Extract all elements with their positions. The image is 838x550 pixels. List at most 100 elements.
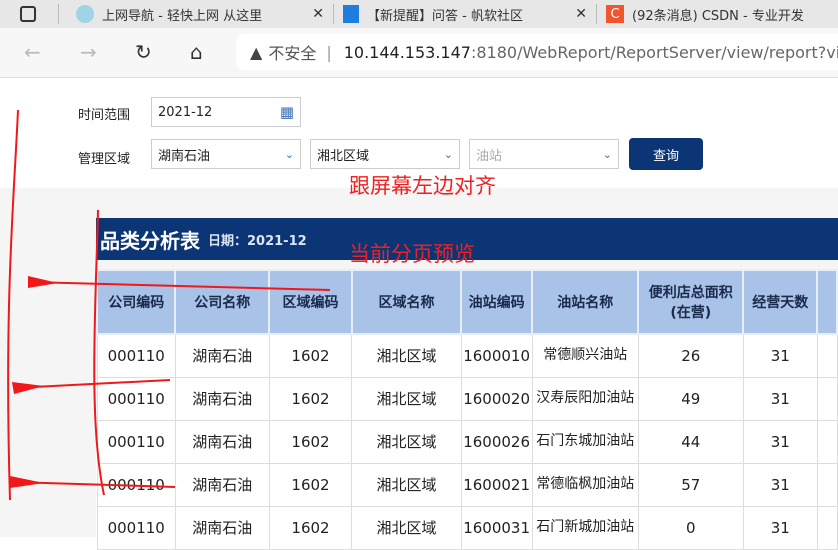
column-header: 区域名称 xyxy=(350,269,463,335)
time-range-input[interactable]: 2021-12 ▦ xyxy=(151,97,301,127)
company-select[interactable]: 湖南石油 ⌄ xyxy=(151,139,301,169)
refresh-icon[interactable]: ↻ xyxy=(135,40,152,64)
table-row: 000110 湖南石油 1602 湘北区域 1600026 石门东城加油站 44 31 xyxy=(96,419,838,464)
table-cell: 1602 xyxy=(268,419,353,464)
security-label: 不安全 xyxy=(268,44,317,63)
column-header: 区域编码 xyxy=(268,269,353,335)
close-icon[interactable]: ✕ xyxy=(575,6,587,22)
fanruan-icon xyxy=(343,5,359,23)
tab-label: 上网导航 - 轻快上网 从这里 xyxy=(102,8,263,24)
home-icon[interactable]: ⌂ xyxy=(190,40,203,64)
table-cell: 44 xyxy=(637,419,744,464)
table-cell: 000110 xyxy=(96,376,176,421)
time-range-label: 时间范围 xyxy=(78,108,131,123)
table-cell: 石门东城加油站 xyxy=(531,419,639,464)
table-cell-overflow xyxy=(816,505,838,550)
tab-nav[interactable]: 上网导航 - 轻快上网 从这里 ✕ xyxy=(66,0,332,28)
column-header: 经营天数 xyxy=(742,269,819,335)
table-cell: 1602 xyxy=(268,462,353,507)
table-cell: 000110 xyxy=(96,419,176,464)
station-select[interactable]: 油站 ⌄ xyxy=(469,139,619,169)
chevron-down-icon: ⌄ xyxy=(602,147,612,161)
url-input[interactable]: ▲ 不安全 | 10.144.153.147:8180/WebReport/Re… xyxy=(236,34,838,70)
table-cell: 1600031 xyxy=(460,505,533,550)
table-cell-overflow xyxy=(816,419,838,464)
region-label: 管理区域 xyxy=(78,152,131,167)
table-cell-overflow xyxy=(816,462,838,507)
table-cell: 汉寿辰阳加油站 xyxy=(531,376,639,421)
url-host: 10.144.153.147 xyxy=(343,42,471,62)
tab-bar: 上网导航 - 轻快上网 从这里 ✕ 【新提醒】问答 - 帆软社区 ✕ C (92条消息… xyxy=(0,0,838,28)
table-row: 000110 湖南石油 1602 湘北区域 1600031 石门新城加油站 0 31 xyxy=(96,505,838,550)
table-cell: 31 xyxy=(742,419,818,464)
table-cell: 57 xyxy=(637,462,744,507)
table-cell: 湘北区域 xyxy=(351,505,462,550)
column-header-overflow xyxy=(816,269,838,335)
query-button[interactable]: 查询 xyxy=(629,138,703,170)
close-icon[interactable]: ✕ xyxy=(312,6,324,22)
report-date: 日期：2021-12 xyxy=(208,233,307,249)
table-cell: 湖南石油 xyxy=(174,462,270,507)
url-path: :8180/WebReport/ReportServer/view/report… xyxy=(470,42,838,62)
edge-icon xyxy=(76,5,94,23)
table-cell: 1600010 xyxy=(460,333,533,378)
table-cell: 31 xyxy=(742,462,818,507)
chevron-down-icon: ⌄ xyxy=(284,147,294,161)
table-row: 000110 湖南石油 1602 湘北区域 1600021 常德临枫加油站 57 31 xyxy=(96,462,838,507)
tab-csdn[interactable]: C (92条消息) CSDN - 专业开发 xyxy=(596,0,838,28)
table-cell: 湘北区域 xyxy=(351,333,462,378)
calendar-icon[interactable]: ▦ xyxy=(280,103,294,121)
time-value: 2021-12 xyxy=(158,104,213,120)
table-cell: 湖南石油 xyxy=(174,333,270,378)
report-title: 品类分析表 xyxy=(100,228,200,253)
column-header: 便利店总面积(在营) xyxy=(637,269,745,335)
table-cell: 湖南石油 xyxy=(174,505,270,550)
table-cell: 湘北区域 xyxy=(351,419,462,464)
table-cell: 1600021 xyxy=(460,462,533,507)
table-cell: 常德顺兴油站 xyxy=(531,333,639,378)
area-select[interactable]: 湘北区域 ⌄ xyxy=(310,139,460,169)
table-cell: 49 xyxy=(637,376,744,421)
table-cell: 000110 xyxy=(96,333,176,378)
table-cell: 湖南石油 xyxy=(174,419,270,464)
annotation-align-note: 跟屏幕左边对齐 xyxy=(349,174,496,198)
tab-actions-icon[interactable] xyxy=(20,6,36,22)
csdn-icon: C xyxy=(606,5,624,23)
table-cell: 31 xyxy=(742,333,818,378)
table-cell: 1600020 xyxy=(460,376,533,421)
table-cell: 1602 xyxy=(268,376,353,421)
company-value: 湖南石油 xyxy=(158,148,211,164)
table-cell: 常德临枫加油站 xyxy=(531,462,639,507)
table-cell: 000110 xyxy=(96,462,176,507)
table-cell: 31 xyxy=(742,376,818,421)
forward-icon[interactable]: → xyxy=(80,40,97,64)
column-header: 公司名称 xyxy=(174,269,271,335)
back-icon[interactable]: ← xyxy=(24,40,41,64)
table-cell: 湖南石油 xyxy=(174,376,270,421)
column-header: 公司编码 xyxy=(95,269,177,335)
tab-label: 【新提醒】问答 - 帆软社区 xyxy=(367,8,523,24)
table-cell: 1602 xyxy=(268,333,353,378)
table-row: 000110 湖南石油 1602 湘北区域 1600020 汉寿辰阳加油站 49 31 xyxy=(96,376,838,421)
table-cell: 1602 xyxy=(268,505,353,550)
tab-label: (92条消息) CSDN - 专业开发 xyxy=(632,8,804,24)
table-row: 000110 湖南石油 1602 湘北区域 1600010 常德顺兴油站 26 31 xyxy=(96,333,838,378)
column-header: 油站编码 xyxy=(460,269,534,335)
tab-fanruan[interactable]: 【新提醒】问答 - 帆软社区 ✕ xyxy=(333,0,595,28)
table-cell: 000110 xyxy=(96,505,176,550)
table-cell: 0 xyxy=(637,505,744,550)
table-cell: 31 xyxy=(742,505,818,550)
table-cell: 湘北区域 xyxy=(351,376,462,421)
report-table: 公司编码 公司名称 区域编码 区域名称 油站编码 油站名称 便利店总面积(在营) 经营天数 0… xyxy=(95,269,838,550)
address-bar: ← → ↻ ⌂ ▲ 不安全 | 10.144.153.147:8180/WebR… xyxy=(0,28,838,78)
chevron-down-icon: ⌄ xyxy=(443,147,453,161)
area-value: 湘北区域 xyxy=(317,148,370,164)
table-cell: 26 xyxy=(637,333,744,378)
table-cell-overflow xyxy=(816,333,838,378)
table-cell: 石门新城加油站 xyxy=(531,505,639,550)
warning-icon: ▲ xyxy=(250,42,263,62)
table-cell: 1600026 xyxy=(460,419,533,464)
station-placeholder: 油站 xyxy=(476,148,503,164)
table-cell: 湘北区域 xyxy=(351,462,462,507)
annotation-preview-note: 当前分页预览 xyxy=(349,242,475,266)
